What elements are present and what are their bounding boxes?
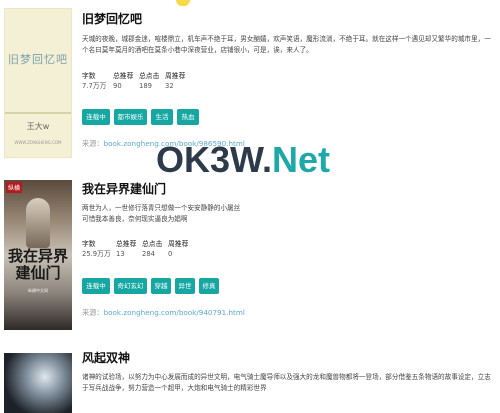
stat-word-count: 字数 7.7万万 xyxy=(82,72,107,90)
cover-figure xyxy=(26,198,50,248)
stat-total-clicks: 总点击 284 xyxy=(142,240,163,258)
tag-status[interactable]: 连载中 xyxy=(82,109,110,125)
book-item-3: 风起双神 诸神的试验场，以努力为中心发展而成的异世文明，电气骑士魔导师以及强大的… xyxy=(0,345,500,413)
source-link[interactable]: book.zongheng.com/book/940791.html xyxy=(104,308,245,317)
book-title[interactable]: 我在异界建仙门 xyxy=(82,180,166,197)
stat-word-count: 字数 25.9万万 xyxy=(82,240,111,258)
tag-theme[interactable]: 穿越 xyxy=(151,278,171,294)
cover-divider xyxy=(5,112,71,114)
book-source: 来源：book.zongheng.com/book/940791.html xyxy=(82,308,245,317)
tag-theme[interactable]: 热血 xyxy=(177,109,199,125)
book-description: 天城的夜晚，城郡金迷，喧楼鼎立，机车声不绝于耳，男女酗嬉，欢声笑语，魔形流淌，不… xyxy=(82,35,491,54)
cover-title: 我在异界建仙门 xyxy=(7,247,68,282)
book-cover[interactable]: 旧梦回忆吧 王大w WWW.ZONGHENG.COM xyxy=(4,8,72,158)
tag-status[interactable]: 连载中 xyxy=(82,278,110,294)
tag-genre[interactable]: 奇幻玄幻 xyxy=(114,278,147,294)
stat-total-recommend: 总推荐 13 xyxy=(116,240,137,258)
book-item-2: 纵横 我在异界建仙门 纵横中文网 我在异界建仙门 两世为人，一世修行落青只想做一… xyxy=(0,172,500,342)
book-cover[interactable] xyxy=(4,353,72,413)
stat-total-recommend: 总推荐 90 xyxy=(113,72,134,90)
tag-theme[interactable]: 修真 xyxy=(199,278,219,294)
book-description: 两世为人，一世修行落青只想做一个安安静静的小屠丝可惜我本善良，奈何现实逼良为娼啊 xyxy=(82,204,241,223)
cover-subtitle: 纵横中文网 xyxy=(28,288,48,293)
book-title[interactable]: 旧梦回忆吧 xyxy=(82,10,142,27)
cover-title: 旧梦回忆吧 xyxy=(8,53,68,66)
book-title[interactable]: 风起双神 xyxy=(82,349,130,366)
cover-author: 王大w xyxy=(26,122,50,131)
site-watermark: OK3W.Net xyxy=(156,139,331,180)
cover-badge: 纵横 xyxy=(6,182,23,193)
book-description: 诸神的试验场，以努力为中心发展而成的异世文明，电气骑士魔导师以及强大的龙和魔兽物… xyxy=(82,373,491,392)
stat-weekly-recommend: 周推荐 0 xyxy=(168,240,189,258)
stat-weekly-recommend: 周推荐 32 xyxy=(165,72,186,90)
tag-genre[interactable]: 都市娱乐 xyxy=(114,109,147,125)
tag-theme[interactable]: 生活 xyxy=(151,109,173,125)
book-cover[interactable]: 纵横 我在异界建仙门 纵横中文网 xyxy=(4,180,72,330)
stat-total-clicks: 总点击 189 xyxy=(139,72,160,90)
cover-url: WWW.ZONGHENG.COM xyxy=(14,140,62,145)
tag-theme[interactable]: 异世 xyxy=(175,278,195,294)
